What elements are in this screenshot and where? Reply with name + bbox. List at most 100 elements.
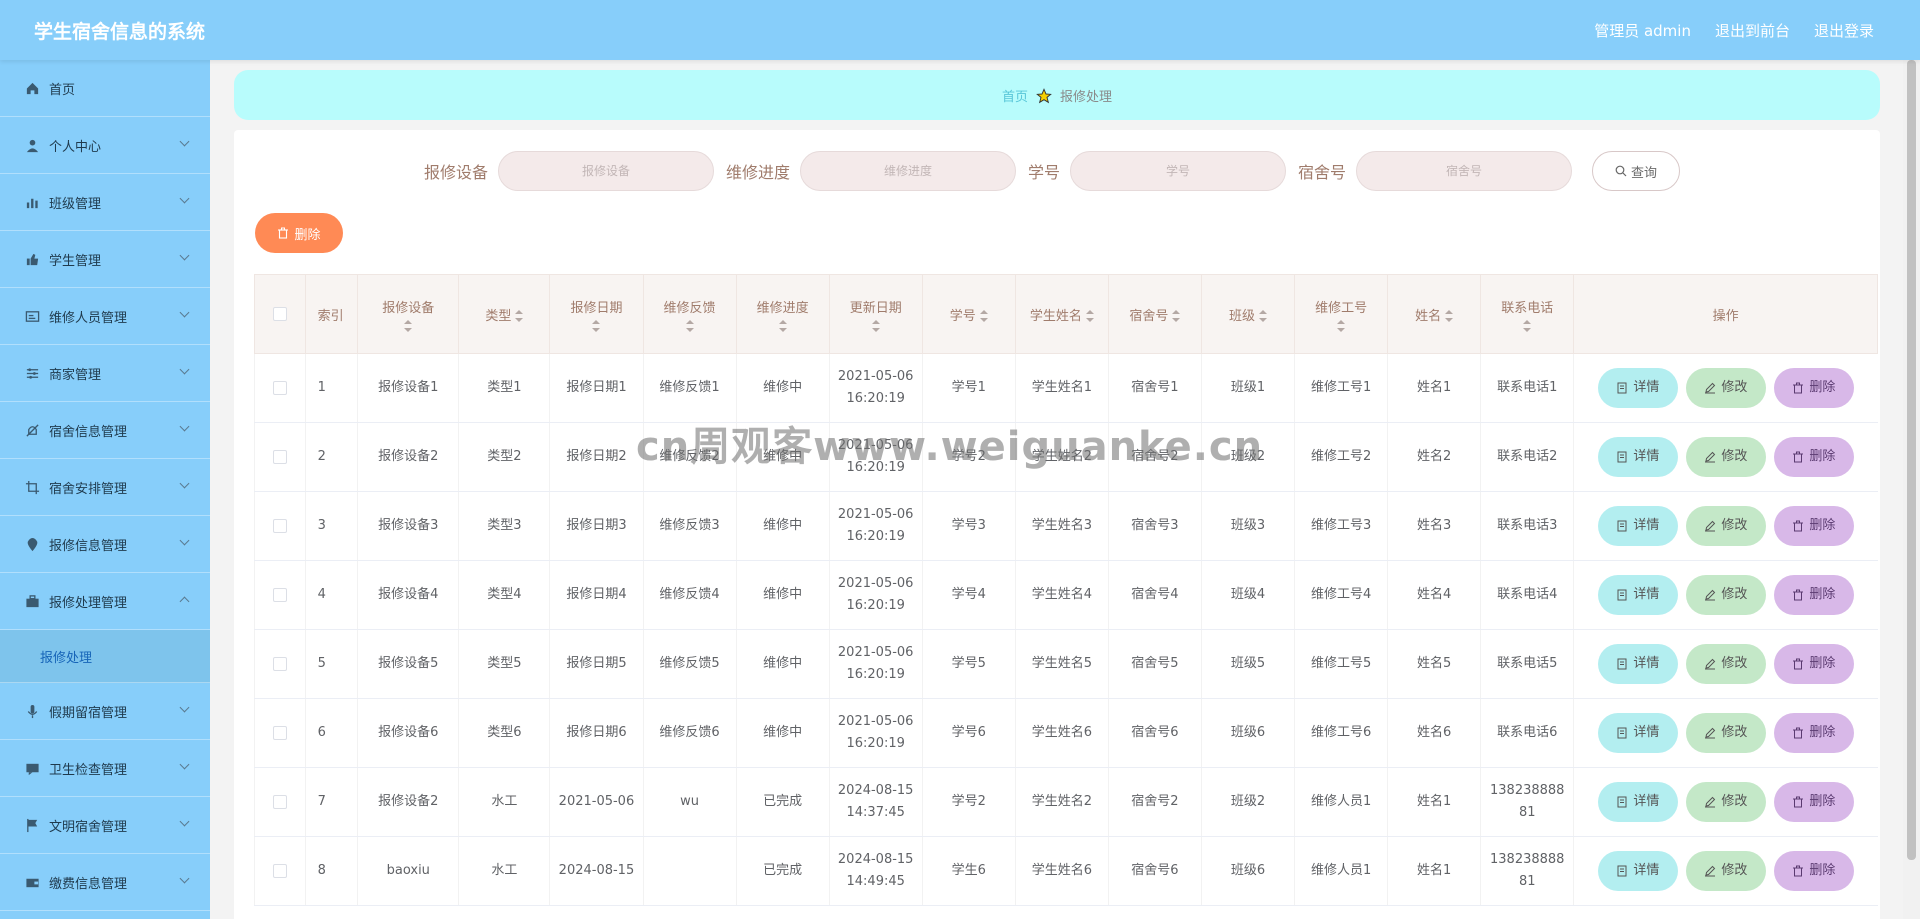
- row-select-cell: [254, 836, 306, 906]
- table-cell: 班级2: [1200, 422, 1295, 492]
- sidebar-item[interactable]: 缴费信息管理: [0, 854, 210, 911]
- detail-button[interactable]: 详情: [1597, 851, 1678, 891]
- column-header[interactable]: 维修反馈: [642, 274, 737, 354]
- edit-button[interactable]: 修改: [1685, 851, 1766, 891]
- sidebar-item[interactable]: 学生管理: [0, 231, 210, 288]
- detail-button-label: 详情: [1633, 518, 1660, 533]
- delete-button[interactable]: 删除: [1773, 713, 1854, 753]
- detail-button[interactable]: 详情: [1597, 437, 1678, 477]
- sort-icon[interactable]: [871, 319, 880, 332]
- logout-link[interactable]: 退出登录: [1814, 20, 1874, 41]
- batch-delete-button[interactable]: 删除: [255, 213, 343, 253]
- column-header[interactable]: 班级: [1200, 274, 1296, 354]
- detail-button[interactable]: 详情: [1597, 713, 1678, 753]
- column-header[interactable]: 类型: [458, 274, 551, 354]
- sort-icon[interactable]: [778, 319, 787, 332]
- row-checkbox[interactable]: [272, 656, 287, 671]
- delete-button[interactable]: 删除: [1773, 782, 1854, 822]
- dorm-search-input[interactable]: [1356, 151, 1573, 191]
- row-checkbox[interactable]: [272, 725, 287, 740]
- sidebar-item[interactable]: 假期留宿管理: [0, 683, 210, 740]
- sort-icon[interactable]: [1337, 319, 1346, 332]
- sort-icon[interactable]: [592, 319, 601, 332]
- edit-button[interactable]: 修改: [1685, 437, 1766, 477]
- table-cell: 水工: [458, 836, 550, 906]
- page-scrollbar[interactable]: [1903, 60, 1920, 919]
- delete-button[interactable]: 删除: [1773, 575, 1854, 615]
- detail-button[interactable]: 详情: [1597, 368, 1678, 408]
- detail-button[interactable]: 详情: [1597, 575, 1678, 615]
- sort-icon[interactable]: [515, 310, 524, 322]
- delete-button[interactable]: 删除: [1773, 644, 1854, 684]
- edit-button[interactable]: 修改: [1685, 644, 1766, 684]
- table-row: 2 报修设备2 类型2 报修日期2 维修反馈2 维修中 2021-05-06 16:20:1…: [254, 422, 1878, 492]
- sidebar-subitem-repair-handling[interactable]: 报修处理: [0, 630, 210, 683]
- delete-button[interactable]: 删除: [1773, 851, 1854, 891]
- query-button[interactable]: 查询: [1592, 151, 1681, 191]
- edit-button[interactable]: 修改: [1685, 575, 1766, 615]
- edit-button[interactable]: 修改: [1685, 506, 1766, 546]
- column-header[interactable]: 报修日期: [549, 274, 644, 354]
- column-header[interactable]: 学生姓名: [1014, 274, 1109, 354]
- sidebar-item[interactable]: 维修人员管理: [0, 288, 210, 345]
- search-form: 报修设备 维修进度 学号 宿舍号 查询: [424, 151, 1681, 191]
- edit-button[interactable]: 修改: [1685, 713, 1766, 753]
- row-checkbox[interactable]: [272, 794, 287, 809]
- sidebar-item[interactable]: 宿舍信息管理: [0, 402, 210, 459]
- column-header[interactable]: 维修进度: [735, 274, 830, 354]
- sidebar-item[interactable]: 个人中心: [0, 117, 210, 174]
- row-checkbox[interactable]: [272, 587, 287, 602]
- document-icon: [1617, 589, 1627, 601]
- table-cell: 报修日期3: [549, 491, 643, 561]
- row-checkbox[interactable]: [272, 449, 287, 464]
- column-header[interactable]: 联系电话: [1480, 274, 1575, 354]
- row-checkbox[interactable]: [272, 380, 287, 395]
- breadcrumb-home[interactable]: 首页: [1002, 86, 1028, 105]
- sidebar-item[interactable]: 商家管理: [0, 345, 210, 402]
- edit-button[interactable]: 修改: [1685, 368, 1766, 408]
- sort-icon[interactable]: [979, 310, 988, 322]
- select-all-checkbox[interactable]: [272, 307, 287, 321]
- column-header[interactable]: 宿舍号: [1107, 274, 1202, 354]
- table-cell: 报修设备3: [357, 491, 459, 561]
- row-checkbox[interactable]: [272, 863, 287, 878]
- row-checkbox[interactable]: [272, 518, 287, 533]
- detail-button[interactable]: 详情: [1597, 782, 1678, 822]
- delete-button[interactable]: 删除: [1773, 506, 1854, 546]
- table-cell: 班级5: [1200, 629, 1295, 699]
- detail-button[interactable]: 详情: [1597, 644, 1678, 684]
- detail-button-label: 详情: [1633, 725, 1660, 740]
- column-header[interactable]: 更新日期: [828, 274, 923, 354]
- sidebar-item[interactable]: 卫生检查管理: [0, 740, 210, 797]
- sidebar-item[interactable]: 班级管理: [0, 174, 210, 231]
- column-header[interactable]: 姓名: [1387, 274, 1482, 354]
- column-header[interactable]: 报修设备: [357, 274, 460, 354]
- delete-button[interactable]: 删除: [1773, 368, 1854, 408]
- delete-button-label: 删除: [1809, 518, 1836, 533]
- sidebar-item[interactable]: 报修信息管理: [0, 516, 210, 573]
- sort-icon[interactable]: [1172, 310, 1181, 322]
- sort-icon[interactable]: [404, 319, 413, 332]
- sidebar-item[interactable]: 文明宿舍管理: [0, 797, 210, 854]
- device-search-input[interactable]: [498, 151, 715, 191]
- detail-button[interactable]: 详情: [1597, 506, 1678, 546]
- delete-button[interactable]: 删除: [1773, 437, 1854, 477]
- select-all-cell: [254, 274, 306, 354]
- sort-icon[interactable]: [1085, 310, 1094, 322]
- edit-button[interactable]: 修改: [1685, 782, 1766, 822]
- sidebar-item[interactable]: 宿舍安排管理: [0, 459, 210, 516]
- sort-icon[interactable]: [685, 319, 694, 332]
- sidebar-item[interactable]: 报修处理管理: [0, 573, 210, 630]
- exit-to-front-link[interactable]: 退出到前台: [1715, 20, 1790, 41]
- column-header[interactable]: 维修工号: [1294, 274, 1389, 354]
- progress-search-input[interactable]: [800, 151, 1017, 191]
- sort-icon[interactable]: [1523, 319, 1532, 332]
- column-header[interactable]: 学号: [921, 274, 1016, 354]
- table-cell: 2024-08-15: [549, 836, 643, 906]
- sidebar-item[interactable]: 首页: [0, 60, 210, 117]
- document-icon: [1617, 796, 1627, 808]
- student-no-search-input[interactable]: [1070, 151, 1287, 191]
- sort-icon[interactable]: [1445, 310, 1454, 322]
- scrollbar-thumb[interactable]: [1907, 60, 1916, 860]
- sort-icon[interactable]: [1259, 310, 1268, 322]
